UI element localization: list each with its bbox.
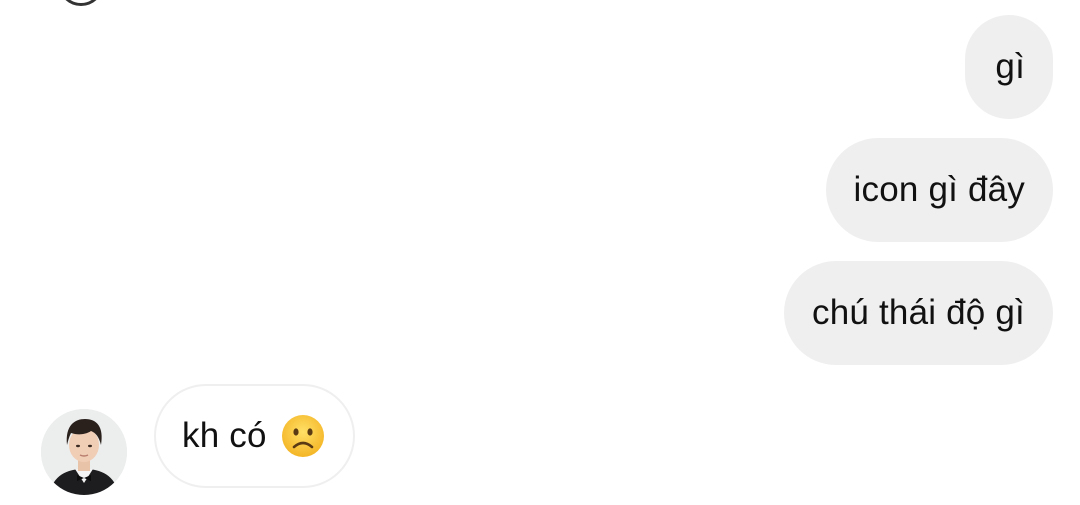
outgoing-message-bubble[interactable]: gì [965, 15, 1053, 119]
message-text: gì [995, 47, 1025, 86]
message-text: chú thái độ gì [812, 293, 1025, 332]
incoming-message-bubble[interactable]: kh có [154, 384, 355, 488]
sender-avatar[interactable] [41, 409, 127, 495]
outgoing-message-bubble[interactable]: icon gì đây [825, 138, 1053, 242]
avatar-photo-icon [41, 409, 127, 495]
previous-avatar-icon [58, 0, 104, 6]
message-text: kh có [182, 416, 267, 455]
chat-thread: gì icon gì đây chú thái độ gì kh có [0, 0, 1080, 505]
message-text: icon gì đây [853, 170, 1025, 209]
outgoing-message-bubble[interactable]: chú thái độ gì [784, 261, 1053, 365]
frowning-face-icon [281, 414, 325, 458]
